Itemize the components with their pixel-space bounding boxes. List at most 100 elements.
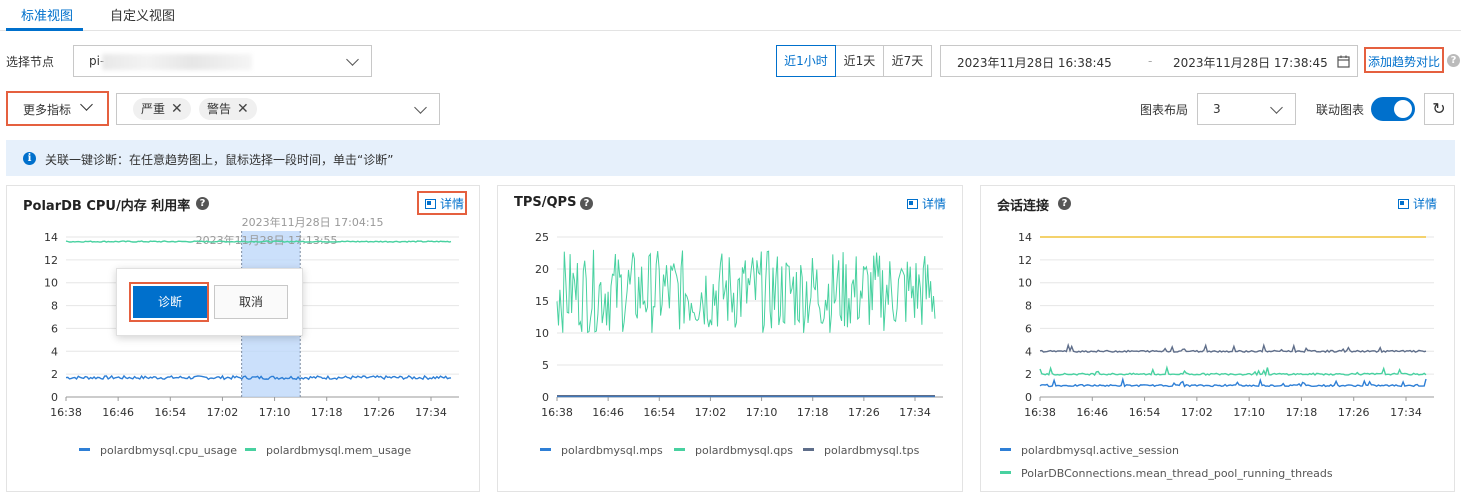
info-text: 关联一键诊断：在任意趋势图上，鼠标选择一段时间，单击“诊断” xyxy=(45,153,394,167)
range-7d-button[interactable]: 近7天 xyxy=(883,45,932,77)
active-tab-indicator xyxy=(6,28,83,31)
series-line xyxy=(556,249,936,334)
legend-swatch xyxy=(803,448,814,451)
legend-label: PolarDBConnections.mean_thread_pool_runn… xyxy=(1021,467,1333,480)
legend-label: polardbmysql.mem_usage xyxy=(266,444,412,457)
tag-warning: 警告 ✕ xyxy=(199,98,257,120)
x-tick-label: 17:10 xyxy=(1233,406,1265,419)
y-tick-label: 4 xyxy=(51,345,58,358)
close-icon[interactable]: ✕ xyxy=(171,101,183,117)
help-icon[interactable]: ? xyxy=(1447,54,1460,67)
date-start: 2023年11月28日 16:38:45 xyxy=(957,56,1112,70)
info-banner: i 关联一键诊断：在任意趋势图上，鼠标选择一段时间，单击“诊断” xyxy=(6,140,1455,176)
x-tick-label: 17:02 xyxy=(207,406,239,419)
legend-item[interactable]: polardbmysql.mps xyxy=(540,444,663,457)
tab-custom-view[interactable]: 自定义视图 xyxy=(110,5,175,24)
highlight-box xyxy=(1364,47,1444,73)
y-tick-label: 14 xyxy=(44,231,58,244)
node-select[interactable]: pi- xyxy=(73,45,372,77)
layout-value: 3 xyxy=(1213,102,1221,116)
y-tick-label: 5 xyxy=(542,359,549,372)
series-line xyxy=(1039,342,1427,354)
chevron-down-icon xyxy=(414,101,427,114)
x-tick-label: 17:34 xyxy=(899,406,931,419)
x-tick-label: 16:46 xyxy=(102,406,134,419)
chevron-down-icon xyxy=(346,53,359,66)
toggle-knob xyxy=(1394,100,1412,118)
legend-item[interactable]: polardbmysql.mem_usage xyxy=(245,444,411,457)
legend-item[interactable]: PolarDBConnections.mean_thread_pool_runn… xyxy=(1000,467,1333,480)
refresh-button[interactable]: ↻ xyxy=(1424,93,1454,125)
linked-charts-label: 联动图表 xyxy=(1316,103,1365,117)
x-tick-label: 16:46 xyxy=(592,406,624,419)
cancel-button[interactable]: 取消 xyxy=(214,285,288,319)
y-tick-label: 10 xyxy=(44,277,58,290)
view-tabs: 标准视图 自定义视图 xyxy=(0,0,1461,31)
y-tick-label: 0 xyxy=(51,391,58,404)
tag-label: 严重 xyxy=(141,102,166,116)
legend-swatch xyxy=(79,448,90,451)
legend-item[interactable]: polardbmysql.tps xyxy=(803,444,919,457)
legend-swatch xyxy=(1000,448,1011,451)
redacted-node-name xyxy=(102,54,252,70)
x-tick-label: 16:54 xyxy=(643,406,675,419)
selection-start-label: 2023年11月28日 17:04:15 xyxy=(242,215,384,229)
legend-item[interactable]: polardbmysql.active_session xyxy=(1000,444,1179,457)
x-tick-label: 16:38 xyxy=(541,406,573,419)
y-tick-label: 25 xyxy=(535,231,549,244)
legend-swatch xyxy=(1000,471,1011,474)
x-tick-label: 17:18 xyxy=(311,406,343,419)
legend-item[interactable]: polardbmysql.qps xyxy=(674,444,793,457)
date-separator: - xyxy=(1148,54,1153,68)
y-tick-label: 6 xyxy=(51,322,58,335)
info-icon: i xyxy=(23,152,36,165)
x-tick-label: 17:34 xyxy=(1390,406,1422,419)
y-tick-label: 15 xyxy=(535,295,549,308)
tag-label: 警告 xyxy=(207,102,232,116)
selection-end-label: 2023年11月28日 17:13:55 xyxy=(196,233,338,247)
y-tick-label: 12 xyxy=(44,254,58,267)
x-tick-label: 17:02 xyxy=(1181,406,1213,419)
legend-label: polardbmysql.qps xyxy=(695,444,793,457)
legend-item[interactable]: polardbmysql.cpu_usage xyxy=(79,444,237,457)
y-tick-label: 14 xyxy=(1018,231,1032,244)
node-select-label: 选择节点 xyxy=(6,55,55,69)
y-tick-label: 2 xyxy=(51,368,58,381)
x-tick-label: 16:54 xyxy=(154,406,186,419)
y-tick-label: 10 xyxy=(1018,277,1032,290)
x-tick-label: 16:46 xyxy=(1076,406,1108,419)
y-tick-label: 10 xyxy=(535,327,549,340)
range-1d-button[interactable]: 近1天 xyxy=(835,45,884,77)
x-tick-label: 17:10 xyxy=(259,406,291,419)
close-icon[interactable]: ✕ xyxy=(237,101,249,117)
linked-charts-toggle[interactable] xyxy=(1371,97,1415,121)
y-tick-label: 12 xyxy=(1018,254,1032,267)
y-tick-label: 8 xyxy=(1025,300,1032,313)
date-end: 2023年11月28日 17:38:45 xyxy=(1173,56,1328,70)
y-tick-label: 8 xyxy=(51,300,58,313)
y-tick-label: 6 xyxy=(1025,322,1032,335)
legend-label: polardbmysql.active_session xyxy=(1021,444,1179,457)
layout-label: 图表布局 xyxy=(1140,103,1189,117)
x-tick-label: 17:18 xyxy=(797,406,829,419)
x-tick-label: 17:26 xyxy=(848,406,880,419)
x-tick-label: 16:38 xyxy=(1024,406,1056,419)
x-tick-label: 17:26 xyxy=(1338,406,1370,419)
legend-label: polardbmysql.mps xyxy=(561,444,663,457)
tab-standard-view[interactable]: 标准视图 xyxy=(21,5,73,24)
highlight-box xyxy=(6,91,109,126)
y-tick-label: 0 xyxy=(542,391,549,404)
x-tick-label: 17:34 xyxy=(415,406,447,419)
x-tick-label: 17:02 xyxy=(695,406,727,419)
layout-select[interactable]: 3 xyxy=(1197,93,1296,125)
highlight-box xyxy=(129,282,209,322)
x-tick-label: 17:10 xyxy=(746,406,778,419)
x-tick-label: 16:38 xyxy=(50,406,82,419)
x-tick-label: 17:18 xyxy=(1286,406,1318,419)
x-tick-label: 17:26 xyxy=(363,406,395,419)
range-1h-button[interactable]: 近1小时 xyxy=(776,45,836,77)
legend-label: polardbmysql.cpu_usage xyxy=(100,444,237,457)
date-range-picker[interactable]: 2023年11月28日 16:38:45 - 2023年11月28日 17:38… xyxy=(940,45,1358,77)
y-tick-label: 2 xyxy=(1025,368,1032,381)
tag-severe: 严重 ✕ xyxy=(133,98,191,120)
